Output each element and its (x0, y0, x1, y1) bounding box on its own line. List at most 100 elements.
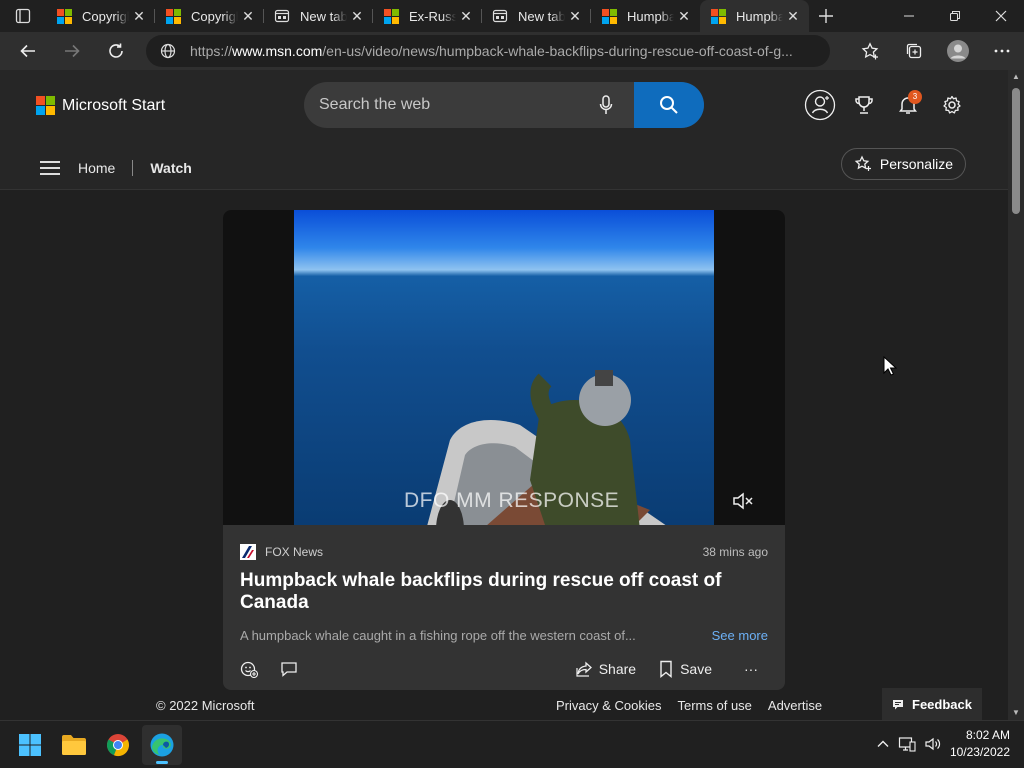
video-watermark: DFO MM RESPONSE (404, 489, 620, 512)
nav-watch-link[interactable]: Watch (150, 160, 191, 176)
favorites-button[interactable] (848, 32, 892, 70)
globe-icon[interactable] (160, 43, 176, 59)
close-tab-icon[interactable]: ✕ (238, 6, 258, 26)
feedback-icon (893, 700, 903, 710)
share-button[interactable]: Share (575, 660, 636, 678)
video-card: DFO MM RESPONSE FOX News 38 mins ago Hum… (223, 210, 785, 690)
start-button[interactable] (10, 725, 50, 765)
close-tab-icon[interactable]: ✕ (565, 6, 585, 26)
microphone-icon (599, 95, 613, 114)
edge-icon (150, 733, 174, 757)
collections-button[interactable] (892, 32, 936, 70)
fox-news-logo-icon (240, 544, 256, 560)
close-tab-icon[interactable]: ✕ (674, 6, 694, 26)
chrome-button[interactable] (98, 725, 138, 765)
scroll-down-arrow-icon[interactable]: ▼ (1008, 706, 1024, 720)
feedback-button[interactable]: Feedback (882, 688, 982, 720)
comment-button[interactable] (280, 660, 298, 678)
address-bar[interactable]: https://www.msn.com/en-us/video/news/hum… (146, 35, 830, 67)
tab-title: Humpback (627, 8, 674, 24)
close-tab-icon[interactable]: ✕ (347, 6, 367, 26)
gear-icon (943, 95, 961, 114)
video-frame[interactable]: DFO MM RESPONSE (294, 210, 714, 525)
notifications-button[interactable]: 3 (886, 88, 930, 122)
tab-title: Copyright (191, 8, 238, 24)
voice-search-button[interactable] (578, 82, 634, 128)
microsoft-logo-icon (165, 8, 181, 24)
browser-tab[interactable]: Ex-Russian ✕ (373, 0, 482, 32)
search-input[interactable]: Search the web (304, 96, 578, 114)
emoji-add-icon (240, 661, 258, 678)
site-header: Microsoft Start Search the web 3 Home Wa… (0, 70, 1008, 190)
close-tab-icon[interactable]: ✕ (783, 6, 803, 26)
personalize-button[interactable]: Personalize (841, 148, 966, 180)
search-box[interactable]: Search the web (304, 82, 704, 128)
close-icon (995, 10, 1007, 22)
article-headline[interactable]: Humpback whale backflips during rescue o… (240, 570, 768, 614)
restore-button[interactable] (932, 0, 978, 32)
hamburger-menu-icon[interactable] (40, 161, 60, 175)
browser-tab[interactable]: New tab ✕ (264, 0, 373, 32)
volume-icon[interactable] (924, 735, 942, 753)
privacy-link[interactable]: Privacy & Cookies (556, 698, 661, 713)
page-scrollbar[interactable]: ▲ ▼ (1008, 70, 1024, 720)
back-button[interactable] (6, 32, 50, 70)
close-tab-icon[interactable]: ✕ (456, 6, 476, 26)
browser-tab[interactable]: Copyright ✕ (46, 0, 155, 32)
advertise-link[interactable]: Advertise (768, 698, 822, 713)
muted-speaker-icon[interactable] (731, 489, 755, 513)
browser-toolbar: https://www.msn.com/en-us/video/news/hum… (0, 32, 1024, 70)
brand-link[interactable]: Microsoft Start (36, 96, 165, 115)
video-player[interactable]: DFO MM RESPONSE (223, 210, 785, 525)
profile-button[interactable] (936, 32, 980, 70)
tab-actions-button[interactable] (0, 0, 46, 32)
source-name[interactable]: FOX News (265, 545, 323, 559)
minimize-icon (904, 15, 914, 17)
bookmark-icon (660, 660, 672, 678)
url-text[interactable]: https://www.msn.com/en-us/video/news/hum… (190, 43, 820, 59)
see-more-link[interactable]: See more (712, 628, 768, 643)
save-button[interactable]: Save (658, 660, 712, 678)
mouse-cursor-icon (883, 356, 897, 376)
site-footer: © 2022 Microsoft Privacy & Cookies Terms… (0, 690, 1008, 720)
file-explorer-button[interactable] (54, 725, 94, 765)
account-icon (804, 89, 836, 121)
forward-button[interactable] (50, 32, 94, 70)
sparkle-star-icon (854, 155, 871, 171)
browser-tab-active[interactable]: Humpback ✕ (700, 0, 809, 32)
browser-tab[interactable]: New tab ✕ (482, 0, 591, 32)
edge-button[interactable] (142, 725, 182, 765)
new-tab-button[interactable] (809, 0, 843, 32)
search-submit-button[interactable] (634, 82, 704, 128)
react-button[interactable] (240, 660, 258, 678)
browser-tab[interactable]: Humpback ✕ (591, 0, 700, 32)
scroll-up-arrow-icon[interactable]: ▲ (1008, 70, 1024, 84)
browser-tab[interactable]: Copyright ✕ (155, 0, 264, 32)
search-icon (660, 96, 678, 114)
account-button[interactable] (798, 88, 842, 122)
url-scheme: https:// (190, 43, 233, 59)
tab-actions-icon (15, 8, 31, 24)
chevron-up-icon[interactable] (876, 737, 890, 751)
refresh-button[interactable] (94, 32, 138, 70)
scroll-thumb[interactable] (1012, 88, 1020, 214)
terms-link[interactable]: Terms of use (677, 698, 751, 713)
nav-home-link[interactable]: Home (78, 160, 115, 176)
collections-icon (906, 43, 922, 59)
brand-name: Microsoft Start (62, 96, 166, 114)
close-tab-icon[interactable]: ✕ (129, 6, 149, 26)
tab-title: New tab (300, 8, 347, 24)
close-window-button[interactable] (978, 0, 1024, 32)
url-path: /en-us/video/news/humpback-whale-backfli… (322, 43, 793, 59)
settings-button[interactable] (930, 88, 974, 122)
windows-logo-icon (19, 734, 41, 756)
back-arrow-icon (20, 44, 35, 58)
rewards-button[interactable] (842, 88, 886, 122)
system-clock[interactable]: 8:02 AM 10/23/2022 (950, 727, 1010, 761)
settings-more-button[interactable] (980, 32, 1024, 70)
minimize-button[interactable] (886, 0, 932, 32)
more-options-button[interactable]: ··· (744, 661, 758, 677)
network-icon[interactable] (898, 735, 916, 753)
folder-icon (62, 735, 86, 755)
share-icon (576, 661, 592, 677)
